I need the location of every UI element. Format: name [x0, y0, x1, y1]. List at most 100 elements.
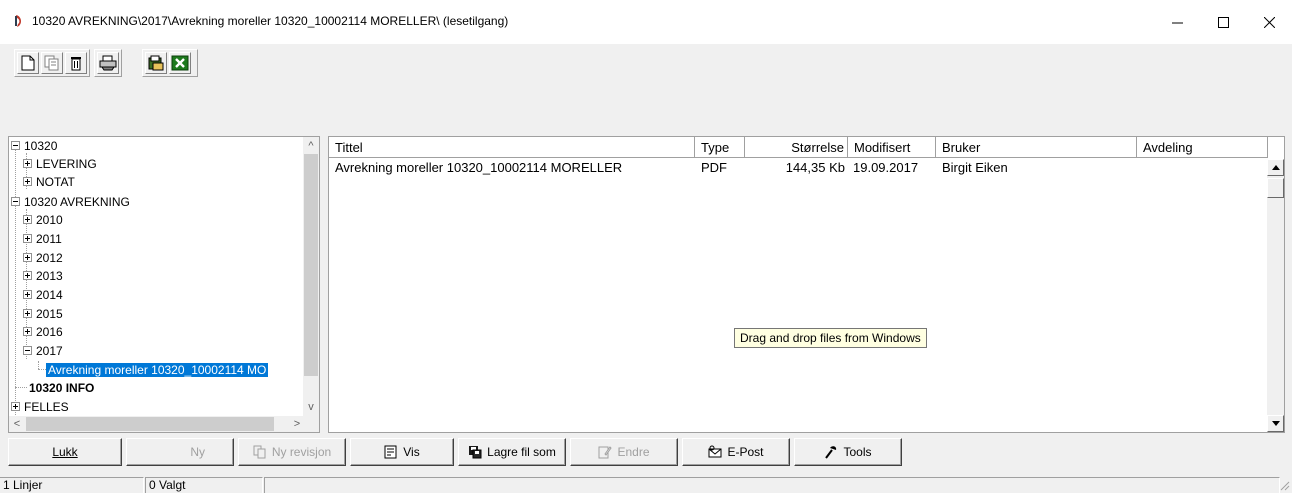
collapse-icon[interactable] — [11, 141, 20, 150]
tree-node-label: 10320 AVREKNING — [24, 195, 130, 209]
scroll-corner — [303, 416, 319, 432]
tree-horizontal-scrollbar[interactable]: < > — [9, 416, 305, 432]
cell-size: 144,35 Kb — [785, 160, 845, 175]
folder-tree[interactable]: 10320 LEVERING NOTAT 10320 AVREKNING 201… — [8, 136, 320, 433]
status-bar: 1 Linjer 0 Valgt — [0, 474, 1292, 493]
window-title: 10320 AVREKNING\2017\Avrekning moreller … — [32, 14, 509, 28]
button-label: E-Post — [727, 445, 764, 459]
email-button[interactable]: E-Post — [682, 438, 790, 466]
expand-icon[interactable] — [11, 402, 20, 411]
tree-node-label: FELLES — [24, 400, 69, 414]
new-button[interactable]: Ny — [126, 438, 234, 466]
scroll-left-icon[interactable]: < — [9, 416, 25, 432]
view-document-icon — [384, 445, 397, 459]
column-header-type[interactable]: Type — [695, 137, 745, 158]
tree-node-label: 2012 — [36, 251, 63, 265]
triangle-up-icon — [1271, 165, 1280, 170]
excel-icon — [171, 55, 189, 71]
column-header-department[interactable]: Avdeling — [1137, 137, 1268, 158]
tree-vertical-scrollbar[interactable]: ^ v — [303, 137, 319, 417]
resize-grip-icon[interactable] — [1278, 479, 1290, 491]
tree-line — [38, 361, 39, 369]
new-document-icon — [21, 55, 35, 71]
delete-document-button[interactable] — [65, 52, 87, 74]
maximize-button[interactable] — [1200, 0, 1246, 44]
tree-node-label: 2013 — [36, 269, 63, 283]
print-button[interactable] — [97, 52, 119, 74]
tree-line — [15, 145, 16, 415]
action-button-bar: Lukk Ny Ny revisjon Vis Lagre fil som En… — [0, 436, 1292, 466]
expand-icon[interactable] — [23, 327, 32, 336]
collapse-icon[interactable] — [11, 197, 20, 206]
tree-node-label: LEVERING — [36, 157, 97, 171]
tree-content: 10320 LEVERING NOTAT 10320 AVREKNING 201… — [9, 137, 305, 417]
copy-document-button[interactable] — [41, 52, 63, 74]
tree-node-label: 2010 — [36, 213, 63, 227]
excel-export-button[interactable] — [169, 52, 191, 74]
expand-icon[interactable] — [23, 290, 32, 299]
list-vertical-scrollbar[interactable] — [1267, 159, 1284, 432]
status-selected-count: 0 Valgt — [145, 477, 263, 493]
expand-icon[interactable] — [23, 309, 32, 318]
scroll-up-icon[interactable]: ^ — [303, 138, 319, 154]
button-label: Endre — [617, 445, 650, 459]
scrollbar-thumb[interactable] — [304, 154, 318, 376]
scrollbar-thumb[interactable] — [26, 417, 274, 431]
list-header: Tittel Type Størrelse Modifisert Bruker … — [329, 137, 1269, 158]
column-header-modified[interactable]: Modifisert — [848, 137, 936, 158]
button-label: Lagre fil som — [487, 445, 556, 459]
button-label: Ny revisjon — [271, 445, 332, 459]
app-icon — [15, 15, 22, 27]
tree-node-label: 10320 INFO — [29, 381, 95, 395]
scroll-down-icon[interactable]: v — [303, 399, 319, 415]
tree-node-label: 10320 — [24, 139, 58, 153]
title-bar: 10320 AVREKNING\2017\Avrekning moreller … — [0, 0, 1292, 44]
scrollbar-thumb[interactable] — [1267, 178, 1284, 198]
tree-node-label: 2014 — [36, 288, 63, 302]
tree-node[interactable]: 10320 INFO — [29, 379, 94, 397]
expand-icon[interactable] — [23, 159, 32, 168]
tree-node-label: 2016 — [36, 325, 63, 339]
column-header-title[interactable]: Tittel — [329, 137, 695, 158]
expand-icon[interactable] — [23, 215, 32, 224]
cell-type: PDF — [701, 160, 727, 175]
scroll-up-button[interactable] — [1267, 159, 1284, 176]
new-revision-icon — [253, 445, 266, 459]
close-button-lukk[interactable]: Lukk — [8, 438, 122, 466]
edit-document-icon — [598, 446, 613, 459]
status-message — [264, 477, 1280, 493]
button-label: Tools — [843, 445, 872, 459]
column-header-user[interactable]: Bruker — [936, 137, 1137, 158]
expand-icon[interactable] — [23, 253, 32, 262]
view-button[interactable]: Vis — [350, 438, 454, 466]
tree-node-selected[interactable]: Avrekning moreller 10320_10002114 MO — [46, 361, 269, 379]
copy-icon — [44, 55, 59, 71]
collapse-icon[interactable] — [23, 346, 32, 355]
tree-node-label: 2015 — [36, 307, 63, 321]
minimize-button[interactable] — [1154, 0, 1200, 44]
tree-line — [26, 209, 27, 359]
save-as-icon — [469, 446, 482, 459]
expand-icon[interactable] — [23, 271, 32, 280]
tools-button[interactable]: Tools — [794, 438, 902, 466]
close-icon — [1263, 16, 1275, 28]
expand-icon[interactable] — [23, 234, 32, 243]
maximize-icon — [1217, 16, 1229, 28]
expand-icon[interactable] — [23, 177, 32, 186]
cell-user: Birgit Eiken — [942, 160, 1008, 175]
edit-button[interactable]: Endre — [570, 438, 678, 466]
button-label: Lukk — [52, 445, 78, 459]
document-list[interactable]: Tittel Type Størrelse Modifisert Bruker … — [328, 136, 1285, 433]
archive-button[interactable] — [145, 52, 167, 74]
cell-title: Avrekning moreller 10320_10002114 MORELL… — [335, 160, 623, 175]
button-label: Vis — [403, 445, 420, 459]
application-window: 10320 AVREKNING\2017\Avrekning moreller … — [0, 0, 1292, 493]
new-revision-button[interactable]: Ny revisjon — [238, 438, 346, 466]
printer-icon — [99, 55, 117, 71]
column-header-size[interactable]: Størrelse — [745, 137, 848, 158]
close-button[interactable] — [1246, 0, 1292, 44]
save-file-as-button[interactable]: Lagre fil som — [458, 438, 566, 466]
scroll-down-button[interactable] — [1267, 415, 1284, 432]
tools-icon — [825, 446, 837, 459]
new-document-button[interactable] — [17, 52, 39, 74]
